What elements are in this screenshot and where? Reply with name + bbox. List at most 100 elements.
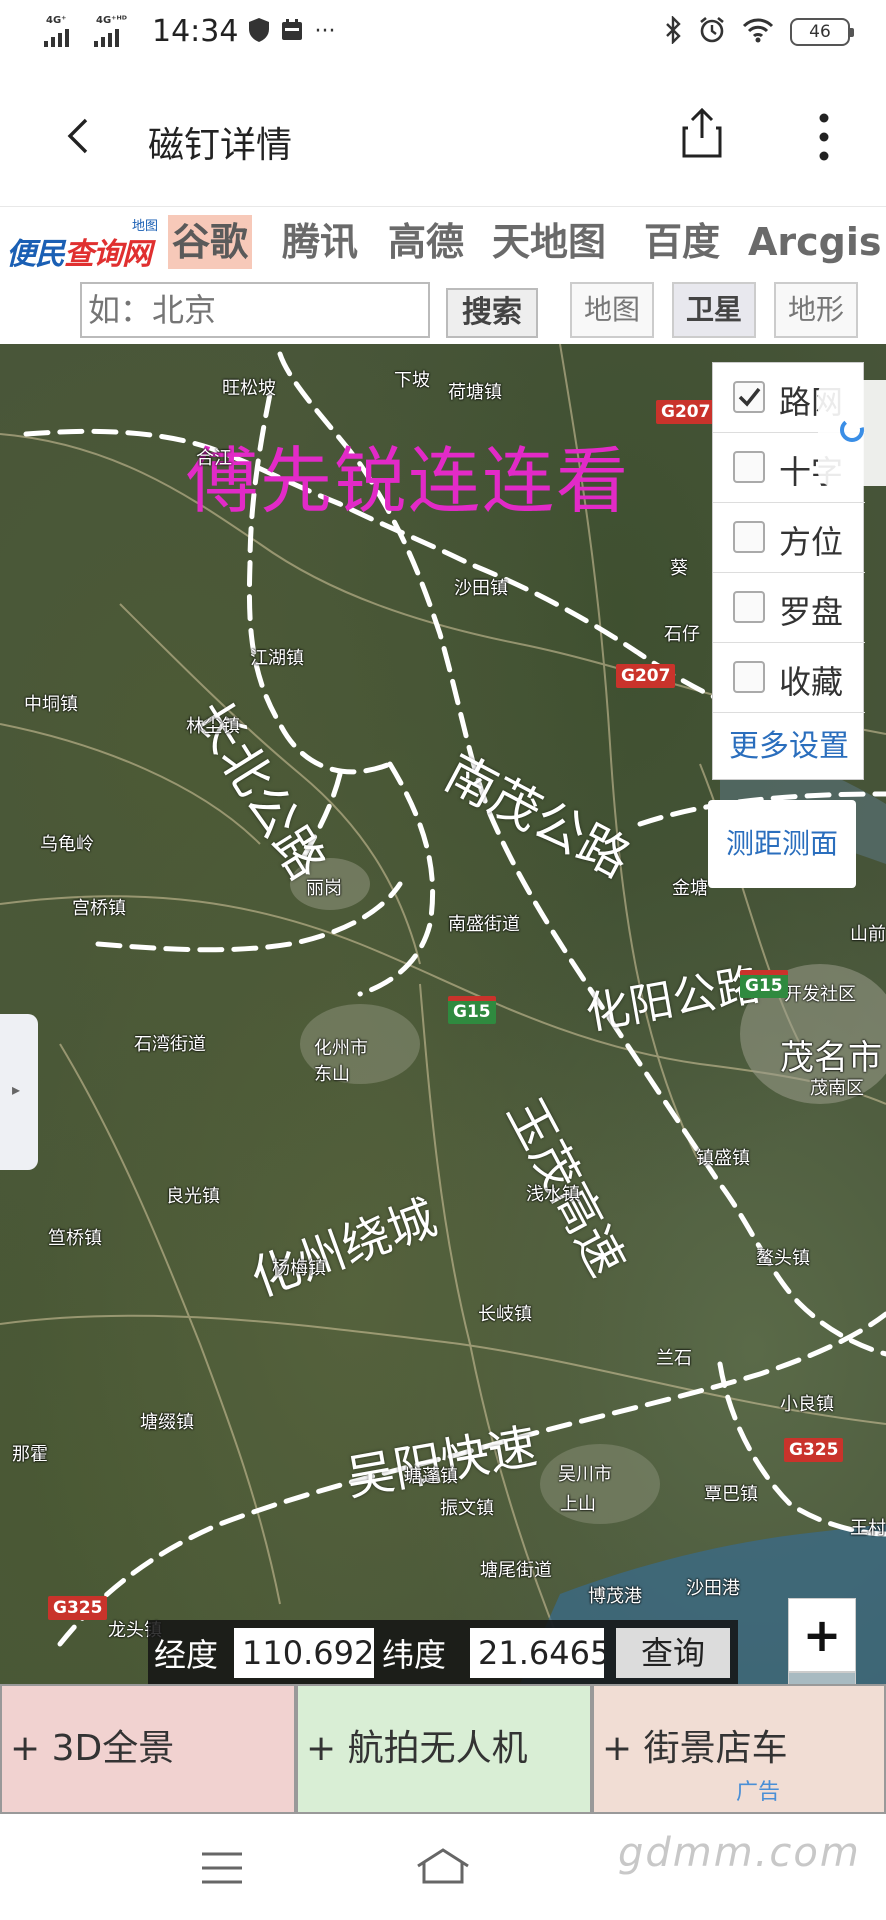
- measure-button[interactable]: 测距测面: [708, 800, 856, 888]
- zoom-out-button[interactable]: −: [788, 1672, 856, 1684]
- watermark: gdmm.com: [618, 1830, 861, 1876]
- layer-favorites[interactable]: 收藏: [713, 643, 865, 713]
- place-label: 金塘: [672, 878, 708, 899]
- place-label: 化州市: [314, 1038, 368, 1059]
- query-button[interactable]: 查询: [616, 1628, 730, 1678]
- checkbox[interactable]: [733, 521, 765, 553]
- layer-compass[interactable]: 罗盘: [713, 573, 865, 643]
- place-label: 旺松坡: [222, 378, 276, 399]
- highway-shield: G15: [740, 970, 788, 998]
- shield-icon: [248, 17, 270, 47]
- place-label: 浅水镇: [526, 1184, 580, 1205]
- back-button[interactable]: [58, 114, 102, 158]
- ad-label: 广告: [736, 1780, 781, 1805]
- menu-icon[interactable]: [200, 1850, 244, 1890]
- place-label: 沙田港: [686, 1578, 740, 1599]
- layer-orientation[interactable]: 方位: [713, 503, 865, 573]
- map-headline: 傅先锐连连看: [186, 439, 631, 523]
- coordinate-query-bar: 经度 110.692 纬度 21.6465 查询: [148, 1620, 738, 1684]
- place-label: 镇盛镇: [696, 1148, 750, 1169]
- promo-drone[interactable]: + 航拍无人机: [296, 1684, 592, 1814]
- place-label: 笪桥镇: [48, 1228, 102, 1249]
- maptype-satellite[interactable]: 卫星: [672, 282, 756, 338]
- highway-shield: G325: [48, 1596, 108, 1620]
- place-label: 山前: [850, 924, 886, 945]
- place-label: 合江: [196, 448, 232, 469]
- highway-shield: G207: [656, 400, 716, 424]
- provider-baidu[interactable]: 百度: [640, 215, 724, 269]
- latitude-input[interactable]: 21.6465: [470, 1628, 604, 1678]
- place-label: 兰石: [656, 1348, 692, 1369]
- chevron-right-icon: ▸: [12, 1080, 21, 1099]
- place-label: 中垌镇: [24, 694, 78, 715]
- system-nav-bar: gdmm.com: [0, 1816, 886, 1920]
- assistant-float-button[interactable]: [818, 380, 886, 486]
- place-label: 长岐镇: [478, 1304, 532, 1325]
- place-label: 茂名市: [780, 1038, 882, 1078]
- map-provider-bar: 便民查询网 地图 谷歌 腾讯 高德 天地图 百度 Arcgis: [0, 206, 886, 276]
- place-label: 南盛街道: [448, 914, 520, 935]
- more-options-button[interactable]: [814, 110, 834, 164]
- place-label: 下坡: [394, 370, 430, 391]
- page-title: 磁钉详情: [148, 125, 293, 166]
- longitude-input[interactable]: 110.692: [234, 1628, 374, 1678]
- place-label: 鳌头镇: [756, 1248, 810, 1269]
- place-label: 杨梅镇: [272, 1258, 326, 1279]
- provider-google[interactable]: 谷歌: [168, 215, 253, 269]
- maptype-map[interactable]: 地图: [570, 282, 654, 338]
- highway-shield: G325: [784, 1438, 844, 1462]
- checkbox[interactable]: [733, 661, 765, 693]
- provider-tencent[interactable]: 腾讯: [278, 215, 362, 269]
- place-label: 丽岗: [306, 878, 342, 899]
- place-label: 石仔: [664, 624, 700, 645]
- site-logo[interactable]: 便民查询网 地图: [6, 211, 166, 273]
- calendar-icon: [280, 18, 304, 46]
- place-label: 荷塘镇: [448, 382, 502, 403]
- checkbox[interactable]: [733, 451, 765, 483]
- home-icon[interactable]: [414, 1846, 472, 1890]
- alarm-icon: [698, 16, 726, 48]
- share-button[interactable]: [678, 106, 726, 160]
- map-view[interactable]: 傅先锐连连看 长北公路 南茂公路 化阳公路 玉茂高速 化州绕城 吴阳快速 旺松坡…: [0, 344, 886, 1684]
- promo-3d-panorama[interactable]: + 3D全景: [0, 1684, 296, 1814]
- checkbox-checked[interactable]: [733, 381, 765, 413]
- promo-row: + 3D全景 + 航拍无人机 + 街景店车 广告: [0, 1684, 886, 1816]
- status-bar: 4G⁺ 4G⁺ᴴᴰ 14:34 ··· 46: [0, 0, 886, 68]
- wifi-icon: [742, 17, 774, 47]
- battery-icon: 46: [790, 18, 854, 46]
- highway-shield: G15: [448, 996, 496, 1024]
- longitude-label: 经度: [154, 1636, 219, 1674]
- bluetooth-icon: [664, 15, 682, 48]
- signal-icon-1: 4G⁺: [44, 15, 84, 49]
- provider-gaode[interactable]: 高德: [384, 215, 468, 269]
- clock: 14:34: [152, 14, 239, 49]
- highway-shield: G207: [616, 664, 676, 688]
- place-label: 葵: [670, 558, 688, 579]
- place-label: 沙田镇: [454, 578, 508, 599]
- place-label: 茂南区: [810, 1078, 864, 1099]
- place-label: 振文镇: [440, 1498, 494, 1519]
- place-label: 东山: [314, 1064, 350, 1085]
- place-label: 良光镇: [166, 1186, 220, 1207]
- more-notifications: ···: [314, 19, 336, 44]
- more-settings-link[interactable]: 更多设置: [713, 715, 865, 779]
- place-label: 林尘镇: [186, 716, 240, 737]
- place-label: 覃巴镇: [704, 1484, 758, 1505]
- search-button[interactable]: 搜索: [446, 288, 538, 338]
- app-header: 磁钉详情: [0, 68, 886, 206]
- zoom-in-button[interactable]: +: [788, 1598, 856, 1672]
- place-label: 那霍: [12, 1444, 48, 1465]
- side-panel-toggle[interactable]: ▸: [0, 1014, 38, 1170]
- place-label: 上山: [560, 1494, 596, 1515]
- provider-arcgis[interactable]: Arcgis: [744, 215, 886, 269]
- latitude-label: 纬度: [382, 1636, 447, 1674]
- place-label: 吴川市: [558, 1464, 612, 1485]
- checkbox[interactable]: [733, 591, 765, 623]
- place-label: 小良镇: [780, 1394, 834, 1415]
- place-label: 宫桥镇: [72, 898, 126, 919]
- provider-tianditu[interactable]: 天地图: [488, 215, 610, 269]
- place-label: 博茂港: [588, 1586, 642, 1607]
- maptype-terrain[interactable]: 地形: [774, 282, 858, 338]
- search-input[interactable]: [80, 282, 430, 338]
- place-label: 开发社区: [784, 984, 856, 1005]
